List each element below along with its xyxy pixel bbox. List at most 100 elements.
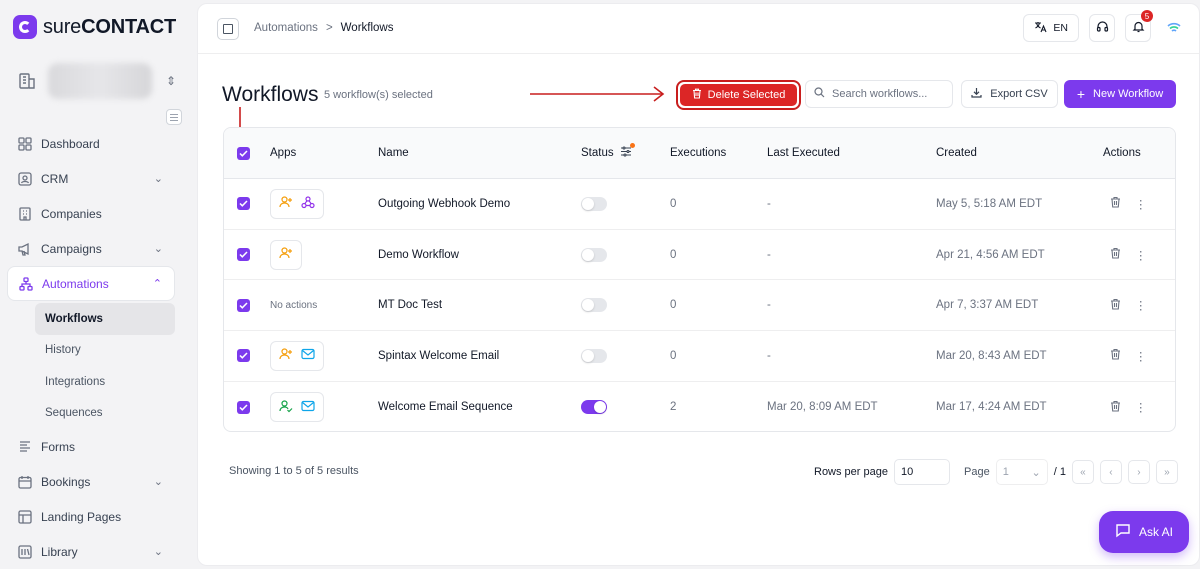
trash-icon[interactable]	[1110, 298, 1121, 313]
trash-icon[interactable]	[1110, 196, 1121, 211]
more-options-icon[interactable]: ⋮	[1135, 197, 1147, 211]
search-box[interactable]	[805, 80, 953, 108]
pagination: Rows per page 10 Page 1 ⌄ / 1 « ‹ › »	[814, 459, 1178, 485]
new-workflow-label: New Workflow	[1093, 88, 1164, 100]
trash-icon[interactable]	[1110, 247, 1121, 262]
row-checkbox[interactable]	[237, 248, 250, 262]
translate-icon	[1034, 21, 1048, 36]
trash-icon[interactable]	[1110, 348, 1121, 363]
table-row[interactable]: No actions MT Doc Test 0 - Apr 7, 3:37 A…	[224, 280, 1175, 332]
search-input[interactable]	[832, 88, 942, 100]
workflow-name[interactable]: Spintax Welcome Email	[378, 331, 499, 381]
chevron-right-icon: ›	[1137, 466, 1141, 478]
plus-icon: +	[1076, 86, 1086, 102]
export-csv-label: Export CSV	[990, 88, 1048, 100]
sidebar-subitem-sequences[interactable]: Sequences	[35, 398, 175, 430]
last-executed: -	[767, 248, 771, 261]
workflow-name[interactable]: Outgoing Webhook Demo	[378, 179, 510, 229]
topbar-actions: EN 5	[1023, 10, 1187, 42]
row-checkbox[interactable]	[237, 197, 250, 211]
chevron-down-icon: ⌄	[1031, 466, 1041, 479]
column-header-executions: Executions	[670, 147, 727, 159]
more-options-icon[interactable]: ⋮	[1135, 400, 1147, 414]
sidebar-item-library[interactable]: Library ⌄	[7, 534, 175, 569]
workflow-name[interactable]: Welcome Email Sequence	[378, 382, 513, 431]
table-row[interactable]: Outgoing Webhook Demo 0 - May 5, 5:18 AM…	[224, 179, 1175, 230]
table-row[interactable]: Demo Workflow 0 - Apr 21, 4:56 AM EDT ⋮	[224, 230, 1175, 281]
sidebar-nav: Dashboard CRM ⌄ Companies Campaigns ⌄ Au…	[7, 126, 175, 569]
status-toggle[interactable]	[581, 196, 607, 211]
more-options-icon[interactable]: ⋮	[1135, 298, 1147, 312]
workflow-name[interactable]: MT Doc Test	[378, 280, 442, 330]
sidebar-item-landing-pages[interactable]: Landing Pages	[7, 499, 175, 534]
chevron-down-icon: ⌄	[153, 546, 163, 558]
support-button[interactable]	[1089, 14, 1115, 42]
chevron-up-icon: ⌃	[152, 278, 162, 290]
sidebar-subitem-integrations[interactable]: Integrations	[35, 366, 175, 398]
rows-per-page-select[interactable]: 10	[894, 459, 950, 485]
executions-count: 0	[670, 197, 677, 210]
sidebar-item-label: Bookings	[41, 474, 91, 489]
language-button[interactable]: EN	[1023, 14, 1079, 42]
row-checkbox[interactable]	[237, 298, 250, 312]
page-title: Workflows	[222, 83, 319, 106]
prev-page-button[interactable]: ‹	[1099, 460, 1122, 484]
more-options-icon[interactable]: ⋮	[1135, 349, 1147, 363]
apps-cell	[270, 239, 302, 270]
filter-icon[interactable]	[620, 143, 635, 160]
no-actions-text: No actions	[270, 299, 318, 311]
status-toggle[interactable]	[581, 298, 607, 313]
sidebar-subitem-workflows[interactable]: Workflows	[35, 303, 175, 335]
organization-switcher[interactable]: ⇕	[12, 60, 182, 102]
ask-ai-button[interactable]: Ask AI	[1099, 511, 1189, 553]
sidebar-item-bookings[interactable]: Bookings ⌄	[7, 464, 175, 499]
new-workflow-button[interactable]: + New Workflow	[1064, 80, 1176, 108]
breadcrumb-automations[interactable]: Automations	[254, 22, 318, 34]
next-page-button[interactable]: ›	[1127, 460, 1150, 484]
notifications-button[interactable]: 5	[1125, 10, 1153, 42]
sidebar-item-companies[interactable]: Companies	[7, 196, 175, 231]
created-date: Apr 21, 4:56 AM EDT	[936, 248, 1045, 261]
trash-icon[interactable]	[1110, 400, 1121, 415]
more-options-icon[interactable]: ⋮	[1135, 248, 1147, 262]
brand-logo[interactable]: sureCONTACT	[13, 15, 176, 39]
user-check-icon	[279, 399, 293, 416]
status-toggle[interactable]	[581, 400, 607, 415]
table-row[interactable]: Welcome Email Sequence 2 Mar 20, 8:09 AM…	[224, 382, 1175, 431]
sidebar-item-campaigns[interactable]: Campaigns ⌄	[7, 231, 175, 266]
last-page-button[interactable]: »	[1155, 460, 1178, 484]
page-select[interactable]: 1 ⌄	[995, 459, 1048, 485]
column-header-name: Name	[378, 147, 409, 159]
brand-name-light: sure	[43, 15, 82, 38]
sidebar-item-forms[interactable]: Forms	[7, 429, 175, 464]
created-date: Mar 20, 8:43 AM EDT	[936, 349, 1047, 362]
select-all-checkbox[interactable]	[237, 146, 250, 160]
brand-name-bold: CONTACT	[81, 15, 176, 38]
sidebar-item-crm[interactable]: CRM ⌄	[7, 161, 175, 196]
organization-name-redacted	[48, 63, 152, 99]
table-row[interactable]: Spintax Welcome Email 0 - Mar 20, 8:43 A…	[224, 331, 1175, 382]
export-csv-button[interactable]: Export CSV	[961, 80, 1058, 108]
sidebar-subitem-history[interactable]: History	[35, 335, 175, 367]
chat-bubble-icon	[1115, 523, 1131, 541]
chevron-down-icon: ⌄	[153, 476, 163, 488]
executions-count: 0	[670, 248, 677, 261]
status-toggle[interactable]	[581, 348, 607, 363]
sidebar-item-dashboard[interactable]: Dashboard	[7, 126, 175, 161]
filter-settings-icon[interactable]	[166, 109, 182, 125]
contact-card-icon	[17, 171, 33, 187]
workflow-name[interactable]: Demo Workflow	[378, 230, 459, 280]
notification-count-badge: 5	[1141, 10, 1153, 22]
filter-active-dot	[629, 143, 635, 148]
first-page-button[interactable]: «	[1071, 460, 1094, 484]
row-checkbox[interactable]	[237, 349, 250, 363]
status-toggle[interactable]	[581, 247, 607, 262]
delete-selected-button[interactable]: Delete Selected	[676, 80, 801, 110]
sidebar-item-automations[interactable]: Automations ⌃	[7, 266, 175, 301]
sidebar-toggle-icon[interactable]	[217, 18, 239, 40]
row-checkbox[interactable]	[237, 400, 250, 414]
headset-icon	[1096, 20, 1109, 36]
layout-icon	[17, 509, 33, 525]
column-header-last-executed: Last Executed	[767, 147, 840, 159]
connection-status-icon[interactable]	[1161, 14, 1187, 42]
